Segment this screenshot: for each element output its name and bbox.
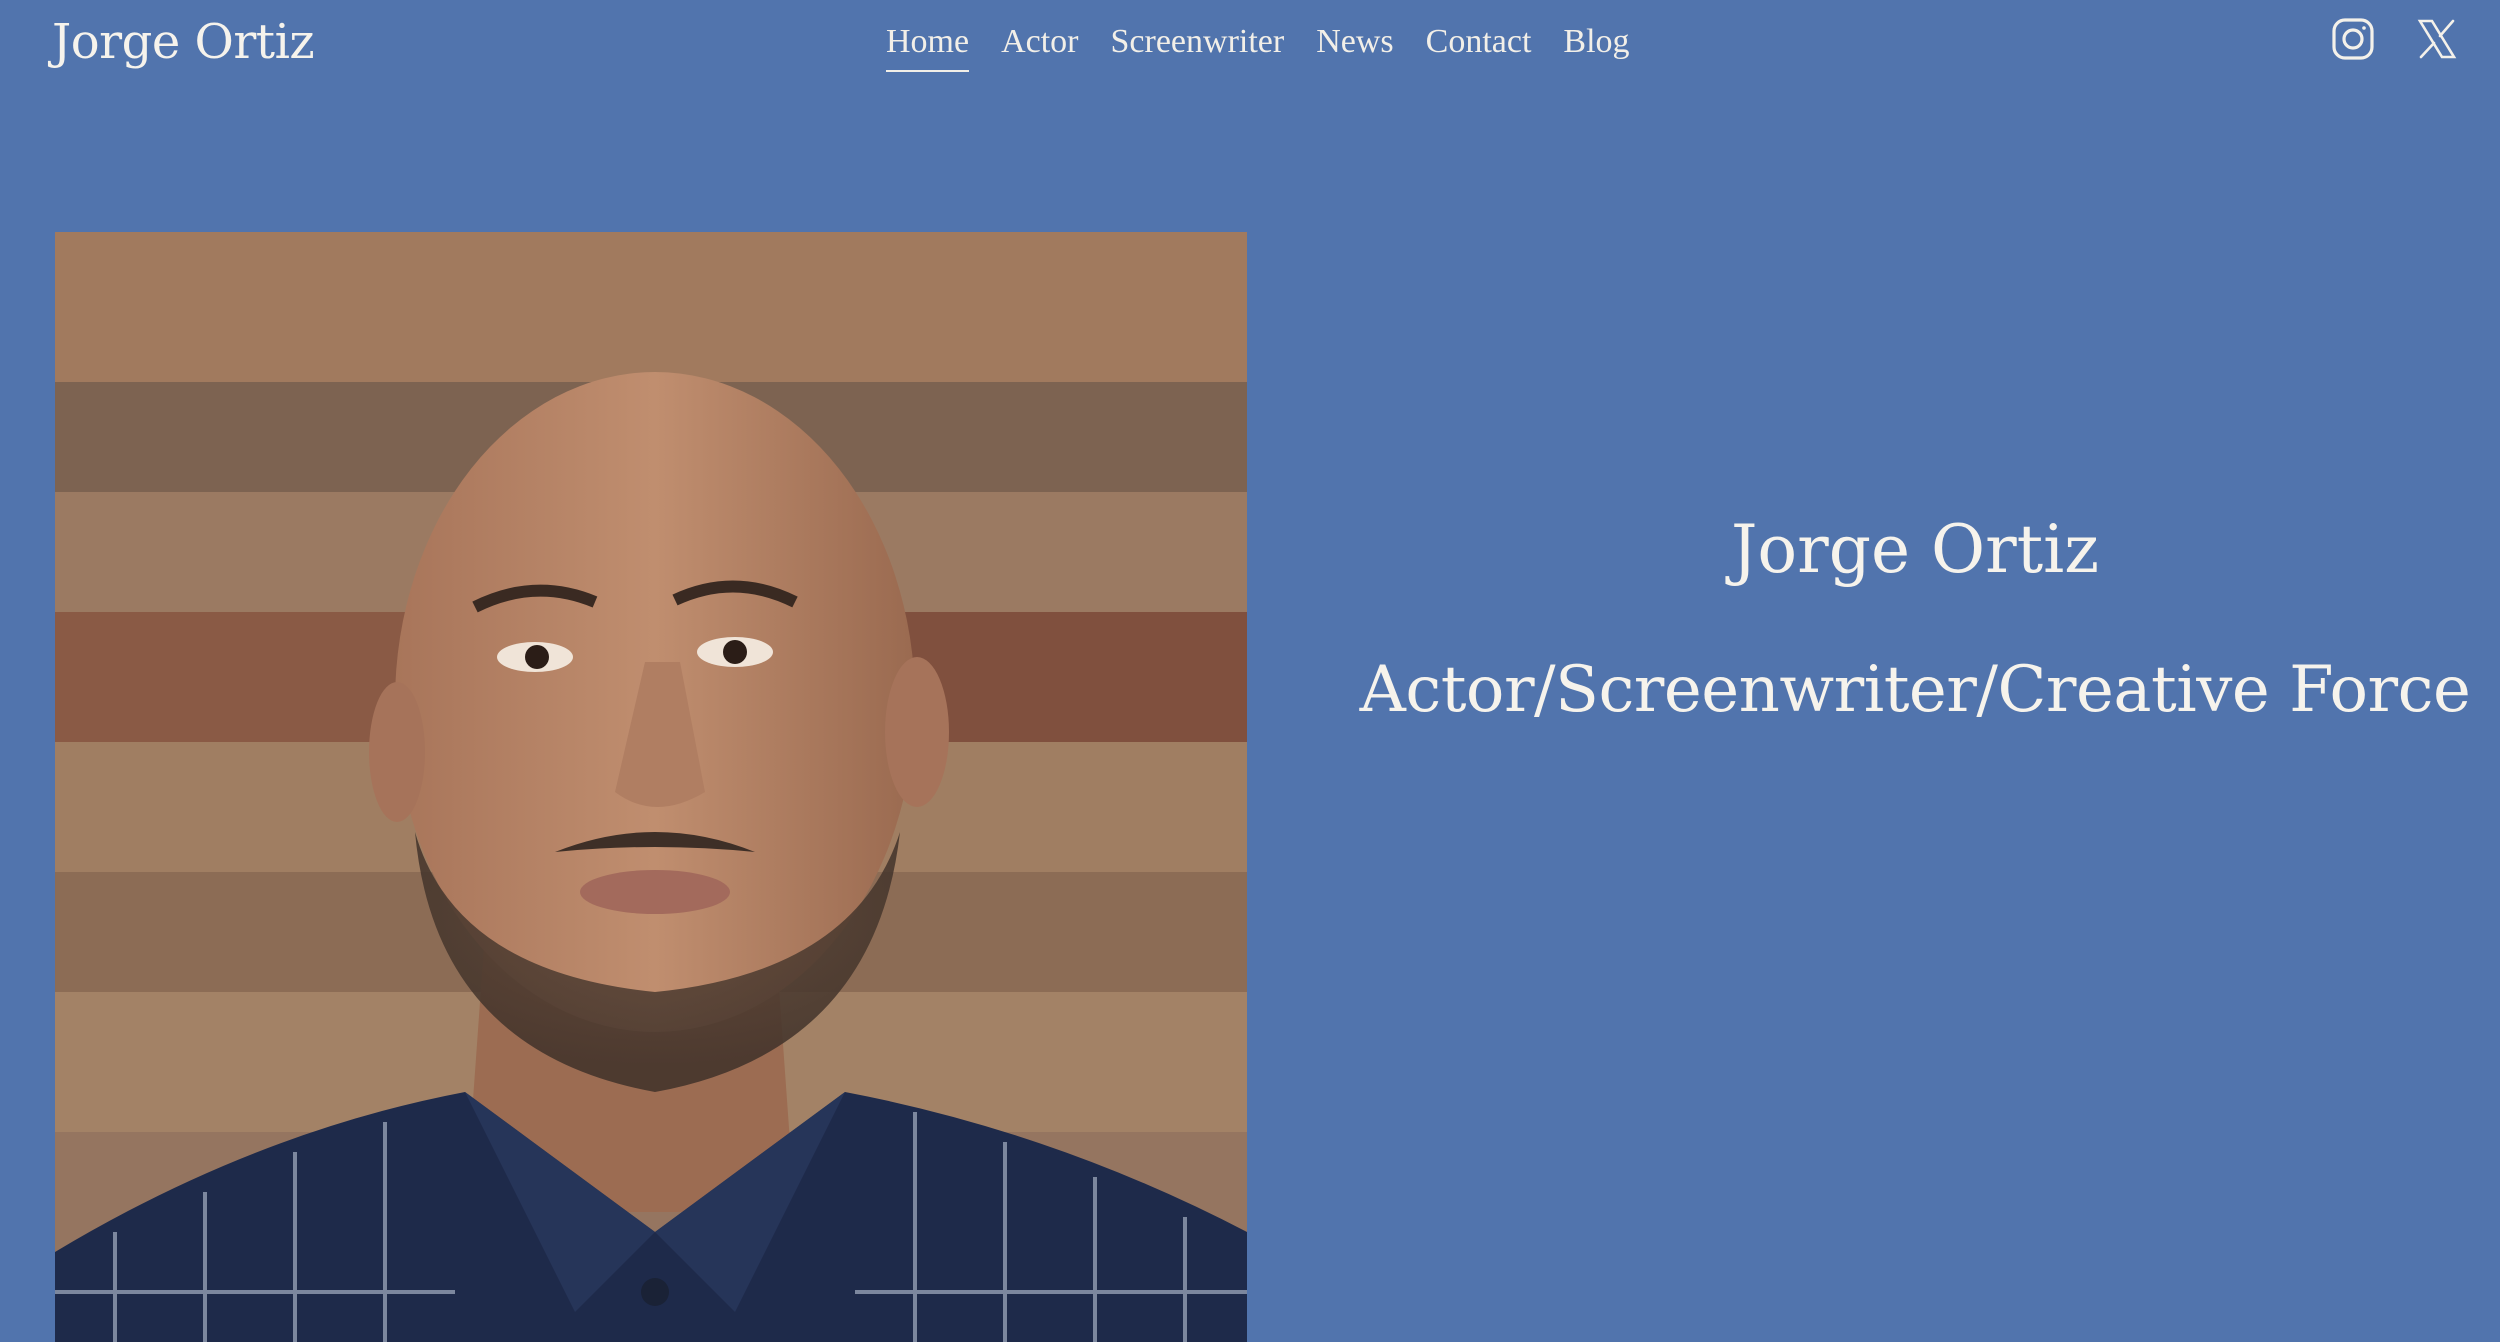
instagram-icon[interactable]	[2330, 16, 2376, 62]
x-twitter-icon[interactable]	[2414, 16, 2460, 62]
main-nav: Home Actor Screenwriter News Contact Blo…	[886, 16, 1630, 72]
nav-link-blog[interactable]: Blog	[1563, 16, 1629, 72]
nav-link-news[interactable]: News	[1316, 16, 1393, 72]
social-links	[2330, 16, 2460, 62]
portrait-photo	[55, 232, 1247, 1342]
nav-link-home[interactable]: Home	[886, 16, 970, 72]
nav-link-actor[interactable]: Actor	[1001, 16, 1078, 72]
hero-section: Jorge Ortiz Actor/Screenwriter/Creative …	[1310, 500, 2500, 740]
site-header: Jorge Ortiz Home Actor Screenwriter News…	[0, 0, 2500, 90]
hero-name: Jorge Ortiz	[1730, 511, 2100, 588]
nav-link-screenwriter[interactable]: Screenwriter	[1111, 16, 1285, 72]
nav-link-contact[interactable]: Contact	[1426, 16, 1532, 72]
site-title-link[interactable]: Jorge Ortiz	[52, 8, 315, 76]
hero-tagline: Actor/Screenwriter/Creative Force	[1359, 653, 2471, 727]
